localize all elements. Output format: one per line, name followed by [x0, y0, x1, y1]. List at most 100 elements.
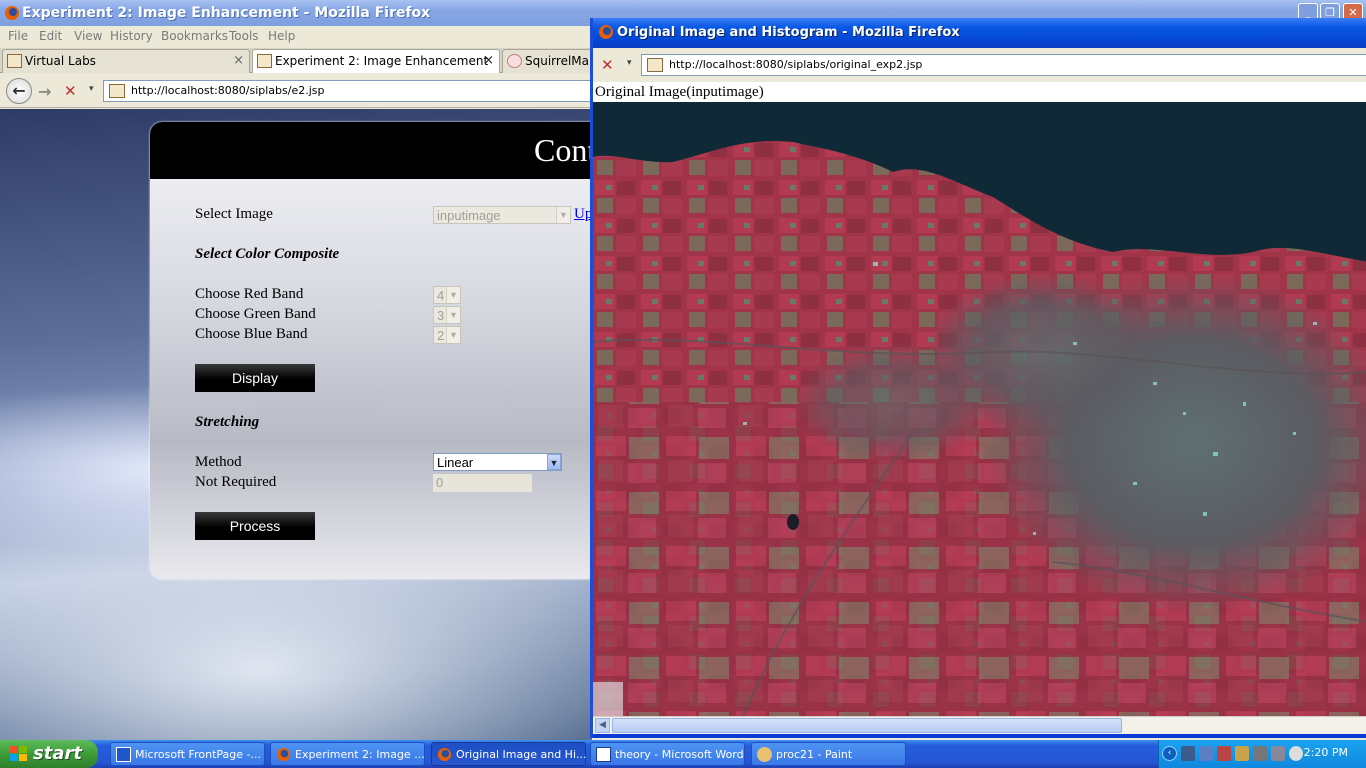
- not-required-label: Not Required: [195, 474, 277, 490]
- settings-icon[interactable]: [1253, 746, 1267, 761]
- task-label: Original Image and Hi...: [456, 748, 587, 761]
- main-window-title: Experiment 2: Image Enhancement - Mozill…: [22, 5, 431, 21]
- popup-window-title: Original Image and Histogram - Mozilla F…: [617, 25, 960, 40]
- update-icon[interactable]: [1289, 746, 1303, 761]
- page-icon: [7, 54, 22, 68]
- volume-icon[interactable]: [1271, 746, 1285, 761]
- green-band-select[interactable]: 3 ▼: [433, 306, 461, 324]
- blue-band-label: Choose Blue Band: [195, 326, 308, 342]
- security-icon[interactable]: [1235, 746, 1249, 761]
- firefox-icon: [5, 6, 19, 20]
- forward-arrow-icon[interactable]: →: [38, 82, 51, 101]
- not-required-field[interactable]: 0: [433, 474, 532, 492]
- menu-view[interactable]: View: [74, 29, 102, 43]
- horizontal-scrollbar[interactable]: ◀: [593, 716, 1366, 734]
- firefox-icon: [599, 25, 613, 39]
- not-required-value: 0: [436, 475, 444, 490]
- taskbar: start Microsoft FrontPage -... Experimen…: [0, 740, 1366, 768]
- blue-band-select[interactable]: 2 ▼: [433, 326, 461, 344]
- popup-url-bar[interactable]: http://localhost:8080/siplabs/original_e…: [641, 54, 1366, 76]
- display-button[interactable]: Display: [195, 364, 315, 392]
- task-paint[interactable]: proc21 - Paint: [751, 742, 906, 766]
- green-band-value: 3: [437, 308, 445, 323]
- image-caption: Original Image(inputimage): [595, 84, 764, 100]
- green-band-label: Choose Green Band: [195, 306, 316, 322]
- paint-icon: [757, 747, 772, 762]
- panel-header: Cont: [150, 122, 592, 179]
- start-button[interactable]: start: [0, 740, 98, 768]
- popup-title-bar[interactable]: Original Image and Histogram - Mozilla F…: [593, 18, 1366, 48]
- squirrel-icon: [507, 54, 522, 68]
- scrollbar-thumb[interactable]: [612, 718, 1122, 733]
- menu-history[interactable]: History: [110, 29, 153, 43]
- method-select[interactable]: Linear ▼: [433, 453, 562, 471]
- task-label: Microsoft FrontPage -...: [135, 748, 261, 761]
- task-experiment-2[interactable]: Experiment 2: Image ...: [270, 742, 425, 766]
- chevron-down-icon: ▼: [446, 307, 460, 323]
- color-composite-heading: Select Color Composite: [195, 246, 340, 262]
- frontpage-icon: [116, 747, 131, 762]
- red-band-label: Choose Red Band: [195, 286, 304, 302]
- satellite-image-graphic: [593, 102, 1366, 716]
- menu-edit[interactable]: Edit: [39, 29, 62, 43]
- tab-label: Virtual Labs: [25, 54, 96, 68]
- tab-squirrelmail[interactable]: SquirrelMail 1.: [502, 49, 611, 73]
- menu-file[interactable]: File: [8, 29, 28, 43]
- start-label: start: [33, 743, 82, 764]
- task-word[interactable]: theory - Microsoft Word: [590, 742, 745, 766]
- close-tab-icon[interactable]: ×: [483, 53, 494, 68]
- chevron-down-icon: ▼: [446, 287, 460, 303]
- satellite-image: [593, 102, 1366, 716]
- task-frontpage[interactable]: Microsoft FrontPage -...: [110, 742, 265, 766]
- task-label: theory - Microsoft Word: [615, 748, 744, 761]
- method-value: Linear: [437, 455, 474, 470]
- tab-label: Experiment 2: Image Enhancement: [275, 54, 489, 68]
- page-content: Cont Select Image inputimage ▼ Up Select…: [0, 109, 592, 740]
- windows-logo-icon: [10, 746, 27, 761]
- network-icon[interactable]: [1181, 746, 1195, 761]
- menu-bookmarks[interactable]: Bookmarks: [161, 29, 228, 43]
- firefox-icon: [276, 747, 291, 762]
- page-icon: [647, 58, 663, 72]
- url-text: http://localhost:8080/siplabs/e2.jsp: [131, 84, 325, 97]
- select-image-dropdown[interactable]: inputimage ▼: [433, 206, 571, 224]
- tray-expand-icon[interactable]: ‹: [1162, 746, 1177, 761]
- menu-help[interactable]: Help: [268, 29, 295, 43]
- signal-icon[interactable]: [1217, 746, 1231, 761]
- control-panel: Cont Select Image inputimage ▼ Up Select…: [150, 122, 592, 579]
- popup-navigation-toolbar: ✕ ▾ http://localhost:8080/siplabs/origin…: [593, 48, 1366, 82]
- chevron-down-icon: ▼: [556, 207, 570, 223]
- back-arrow-icon[interactable]: ←: [6, 78, 32, 104]
- history-dropdown-icon[interactable]: ▾: [627, 58, 632, 68]
- chevron-down-icon: ▼: [547, 454, 561, 470]
- word-icon: [596, 747, 611, 762]
- chevron-down-icon: ▼: [446, 327, 460, 343]
- close-tab-icon[interactable]: ×: [233, 53, 244, 68]
- method-label: Method: [195, 454, 242, 470]
- stop-icon[interactable]: ✕: [64, 82, 77, 100]
- scroll-left-icon[interactable]: ◀: [595, 718, 610, 733]
- tab-experiment-2[interactable]: Experiment 2: Image Enhancement ×: [252, 49, 500, 73]
- popup-browser-window: Original Image and Histogram - Mozilla F…: [590, 18, 1366, 738]
- red-band-select[interactable]: 4 ▼: [433, 286, 461, 304]
- stretching-heading: Stretching: [195, 414, 260, 430]
- display-icon[interactable]: [1199, 746, 1213, 761]
- task-original-image[interactable]: Original Image and Hi...: [431, 742, 587, 766]
- firefox-icon: [437, 747, 452, 762]
- red-band-value: 4: [437, 288, 445, 303]
- stop-icon[interactable]: ✕: [601, 56, 614, 74]
- select-image-label: Select Image: [195, 206, 273, 222]
- system-tray: ‹ 2:20 PM: [1158, 740, 1366, 768]
- url-bar[interactable]: http://localhost:8080/siplabs/e2.jsp: [103, 80, 598, 102]
- page-icon: [109, 84, 125, 98]
- process-button[interactable]: Process: [195, 512, 315, 540]
- menu-tools[interactable]: Tools: [229, 29, 259, 43]
- panel-title: Cont: [534, 132, 592, 168]
- image-caption-bar: Original Image(inputimage): [593, 82, 1366, 102]
- page-icon: [257, 54, 272, 68]
- history-dropdown-icon[interactable]: ▾: [89, 84, 94, 94]
- task-label: Experiment 2: Image ...: [295, 748, 425, 761]
- tab-virtual-labs[interactable]: Virtual Labs ×: [2, 49, 250, 73]
- select-image-value: inputimage: [437, 208, 501, 223]
- task-label: proc21 - Paint: [776, 748, 853, 761]
